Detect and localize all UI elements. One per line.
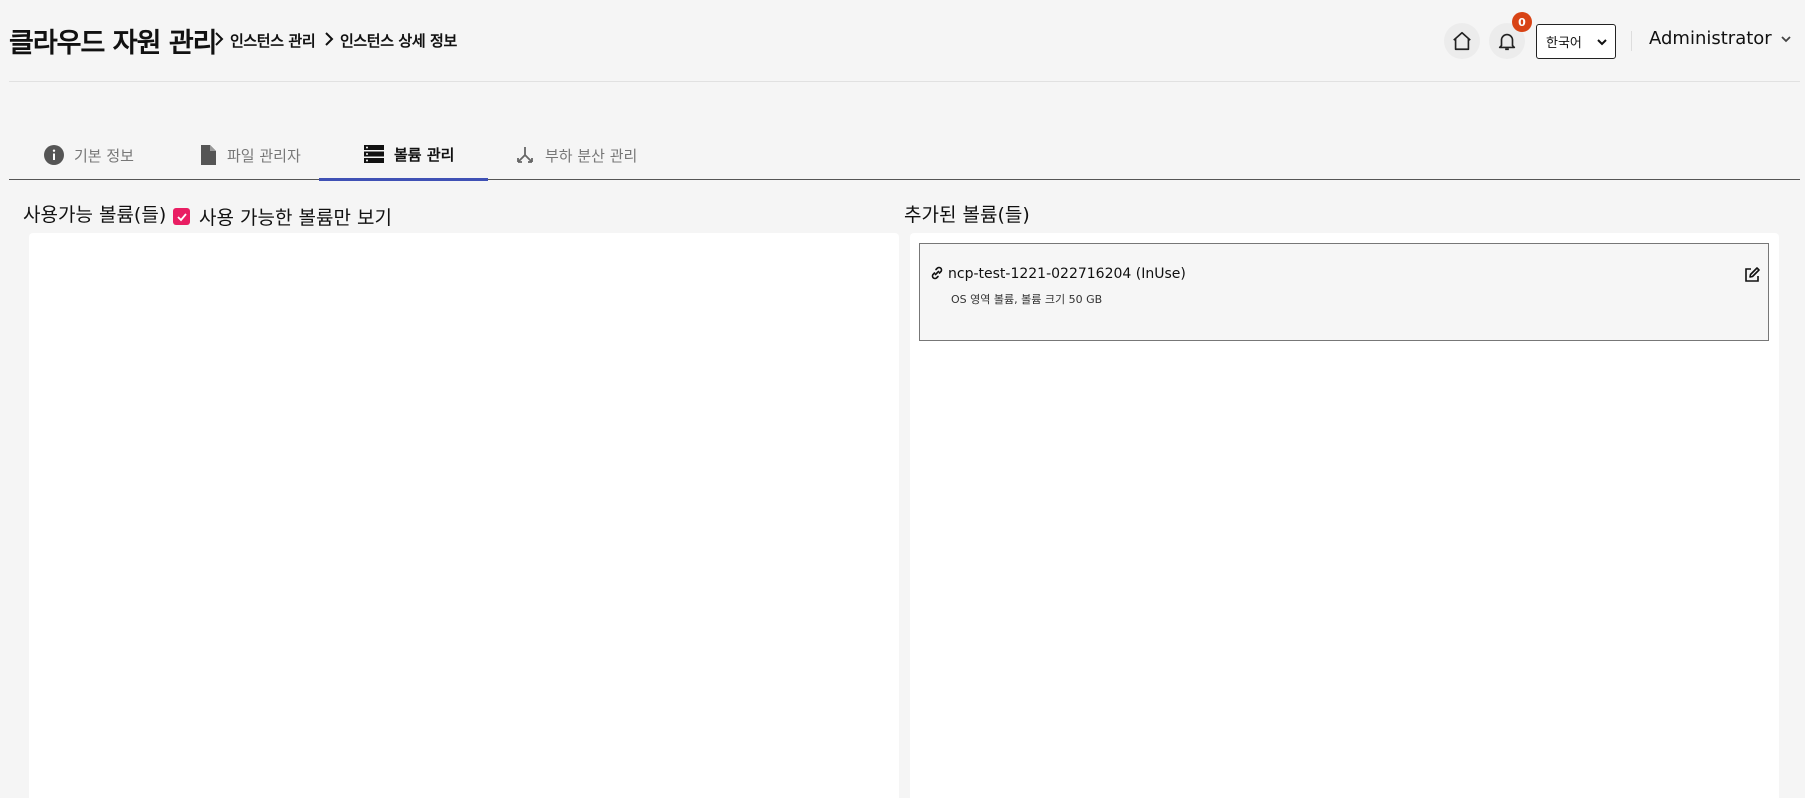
language-value: 한국어	[1546, 36, 1582, 51]
load-balance-icon	[517, 147, 533, 163]
tab-basic-info[interactable]: 기본 정보	[44, 130, 134, 180]
chevron-right-icon	[325, 32, 334, 46]
user-menu[interactable]: Administrator	[1649, 28, 1791, 49]
chevron-down-icon	[1781, 36, 1791, 43]
tab-label: 파일 관리자	[227, 146, 301, 165]
breadcrumb-instance-detail: 인스턴스 상세 정보	[340, 32, 457, 50]
tab-load-balancing[interactable]: 부하 분산 관리	[515, 130, 637, 180]
page: 클라우드 자원 관리 인스턴스 관리 인스턴스 상세 정보 0 한국어 Admi…	[0, 0, 1805, 798]
edit-icon[interactable]	[1743, 266, 1761, 284]
available-volumes-title: 사용가능 볼륨(들)	[23, 204, 167, 226]
added-volumes-panel: ncp-test-1221-022716204 (InUse) OS 영역 볼륨…	[910, 233, 1779, 798]
tab-file-manager[interactable]: 파일 관리자	[199, 130, 301, 180]
home-icon	[1453, 31, 1471, 51]
tab-volume-management[interactable]: 볼륨 관리	[319, 130, 489, 181]
added-volumes-title: 추가된 볼륨(들)	[904, 204, 1030, 226]
link-icon	[931, 266, 943, 280]
file-icon	[201, 145, 216, 165]
available-volumes-panel	[29, 233, 899, 798]
header: 클라우드 자원 관리 인스턴스 관리 인스턴스 상세 정보 0 한국어 Admi…	[9, 0, 1800, 82]
info-icon	[44, 145, 64, 165]
filter-label: 사용 가능한 볼륨만 보기	[199, 207, 392, 229]
tab-label: 볼륨 관리	[394, 145, 455, 164]
user-name: Administrator	[1649, 28, 1772, 49]
divider	[1631, 31, 1632, 51]
tab-bar: 기본 정보 파일 관리자 볼륨 관리 부하 분산 관리	[9, 130, 1800, 181]
available-only-filter[interactable]: 사용 가능한 볼륨만 보기	[173, 203, 392, 230]
home-button[interactable]	[1444, 23, 1480, 59]
volume-card[interactable]: ncp-test-1221-022716204 (InUse) OS 영역 볼륨…	[919, 243, 1769, 341]
app-title: 클라우드 자원 관리	[9, 28, 218, 59]
chevron-down-icon	[1597, 39, 1607, 46]
volume-description: OS 영역 볼륨, 볼륨 크기 50 GB	[951, 293, 1103, 306]
volume-name: ncp-test-1221-022716204 (InUse)	[948, 266, 1186, 282]
tab-label: 기본 정보	[74, 146, 134, 165]
bell-icon	[1498, 33, 1516, 51]
check-icon	[176, 212, 187, 221]
notification-badge: 0	[1512, 12, 1532, 32]
language-select[interactable]: 한국어	[1536, 24, 1616, 59]
storage-icon	[364, 145, 384, 163]
chevron-right-icon	[215, 32, 224, 46]
tab-label: 부하 분산 관리	[545, 146, 638, 165]
breadcrumb-instance-management[interactable]: 인스턴스 관리	[230, 30, 316, 51]
checkbox-checked[interactable]	[173, 208, 190, 225]
